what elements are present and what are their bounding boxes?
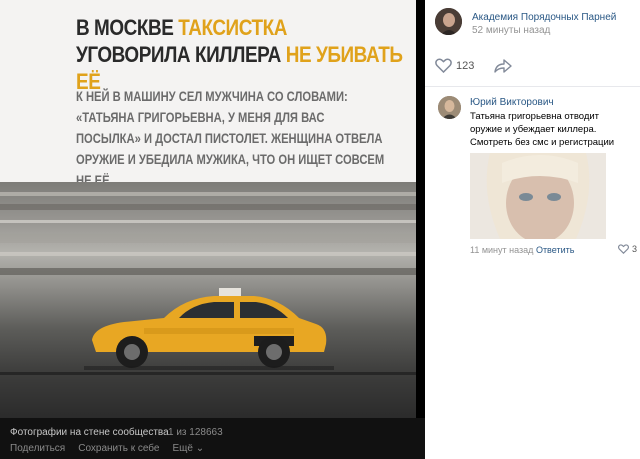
commenter-avatar[interactable] [438,96,461,119]
post-photo[interactable]: В МОСКВЕ ТАКСИСТКА УГОВОРИЛА КИЛЛЕРА НЕ … [0,0,416,418]
community-avatar[interactable] [435,8,462,35]
comment-text: Татьяна григорьевна отводит оружие и убе… [470,111,615,148]
photo-subtext: К НЕЙ В МАШИНУ СЕЛ МУЖЧИНА СО СЛОВАМИ: «… [76,88,385,188]
taxi-street-scene [0,182,416,418]
avatar-image [435,8,462,35]
headline-part2: УГОВОРИЛА КИЛЛЕРА [76,42,286,67]
comment-meta: 11 минут назад Ответить [470,245,574,255]
heart-icon [435,58,452,73]
viewer-actions: Поделиться Сохранить к себе Ещё ⌄ [10,443,204,454]
reply-link[interactable]: Ответить [536,245,574,255]
photo-counter: 1 из 128663 [168,427,223,438]
chevron-down-icon: ⌄ [195,443,205,454]
heart-icon [618,244,629,254]
likes-count: 123 [456,60,475,72]
comment-like-count: 3 [632,244,638,254]
share-button[interactable]: Поделиться [10,443,65,454]
album-title[interactable]: Фотографии на стене сообщества [10,427,169,438]
divider [425,86,640,87]
taxi-car-image [84,288,334,370]
post-panel: Академия Порядочных Парней 52 минуты наз… [425,0,640,459]
viewer-footer: Фотографии на стене сообщества 1 из 1286… [0,418,425,459]
photo-headline: В МОСКВЕ ТАКСИСТКА УГОВОРИЛА КИЛЛЕРА НЕ … [76,14,403,95]
comment-time[interactable]: 11 минут назад [470,245,533,255]
community-name[interactable]: Академия Порядочных Парней [472,12,616,23]
more-label: Ещё [172,443,193,454]
photo-viewer: В МОСКВЕ ТАКСИСТКА УГОВОРИЛА КИЛЛЕРА НЕ … [0,0,425,459]
commenter-avatar-image [438,96,461,119]
comment-photo[interactable] [470,153,606,239]
more-button[interactable]: Ещё ⌄ [172,443,204,454]
comment-like-button[interactable]: 3 [618,244,637,254]
comment-author[interactable]: Юрий Викторович [470,97,554,108]
post-time[interactable]: 52 минуты назад [472,25,550,36]
headline-part1: В МОСКВЕ [76,15,179,40]
share-icon[interactable] [494,58,512,74]
comment-photo-image [470,153,606,239]
headline-accent1: ТАКСИСТКА [178,15,287,40]
save-button[interactable]: Сохранить к себе [78,443,159,454]
post-author [435,8,462,35]
like-button[interactable] [435,58,452,73]
